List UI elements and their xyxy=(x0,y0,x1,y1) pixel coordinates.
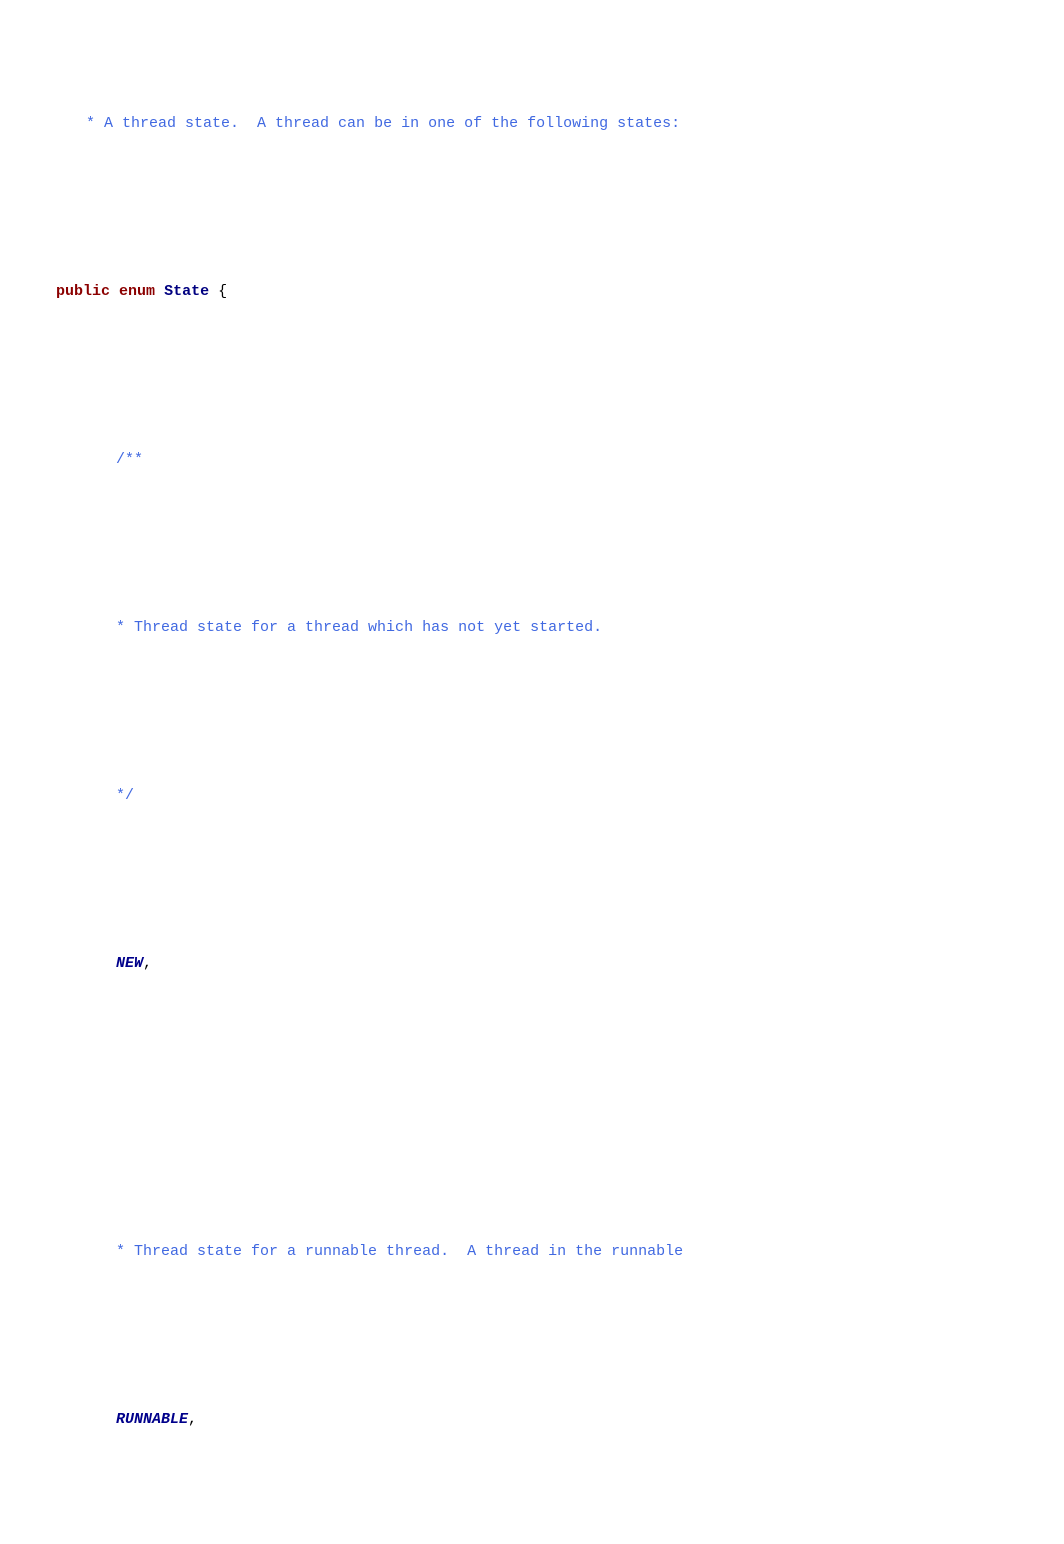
code-line-4: * Thread state for a thread which has no… xyxy=(20,592,1044,664)
space xyxy=(155,283,164,300)
code-line-7 xyxy=(20,1096,1044,1120)
code-line-5: */ xyxy=(20,760,1044,832)
code-line-8: * Thread state for a runnable thread. A … xyxy=(20,1216,1044,1288)
typename-state: State xyxy=(164,283,209,300)
code-line-1: * A thread state. A thread can be in one… xyxy=(20,88,1044,160)
code-line-6: NEW, xyxy=(20,928,1044,1000)
comma: , xyxy=(143,955,152,972)
space xyxy=(110,283,119,300)
code-line-2: public enum State { xyxy=(20,256,1044,328)
comment-runnable-desc: * Thread state for a runnable thread. A … xyxy=(116,1243,683,1260)
comment-new-desc: * Thread state for a thread which has no… xyxy=(116,619,602,636)
enum-value-runnable: RUNNABLE xyxy=(116,1411,188,1428)
keyword-enum: enum xyxy=(119,283,155,300)
code-container: * A thread state. A thread can be in one… xyxy=(20,16,1044,1544)
comment-text: * A thread state. A thread can be in one… xyxy=(86,115,680,132)
code-line-3: /** xyxy=(20,424,1044,496)
comment-jsdoc-open: /** xyxy=(116,451,143,468)
comment-jsdoc-close: */ xyxy=(116,787,134,804)
keyword-public: public xyxy=(56,283,110,300)
comma: , xyxy=(188,1411,197,1428)
enum-value-new: NEW xyxy=(116,955,143,972)
code-line-9: RUNNABLE, xyxy=(20,1384,1044,1456)
brace-open: { xyxy=(209,283,227,300)
